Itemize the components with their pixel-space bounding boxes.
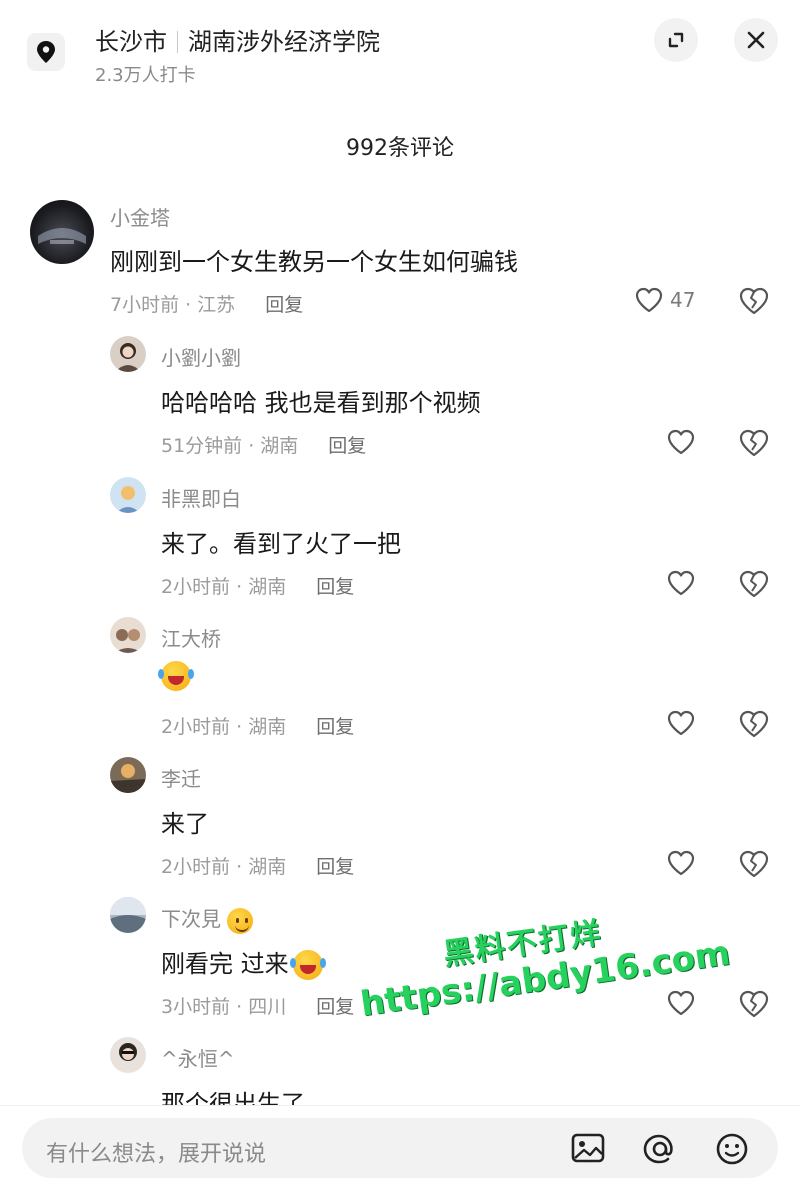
- comment-meta: 2小时前 · 湖南 回复: [161, 852, 354, 879]
- comment-author[interactable]: 下次見: [161, 903, 254, 934]
- comment-text: 那个很出生了: [161, 1090, 305, 1105]
- reply-button[interactable]: 回复: [316, 996, 354, 1018]
- dislike-button[interactable]: [738, 286, 770, 320]
- location-title[interactable]: 长沙市 湖南涉外经济学院: [95, 22, 380, 57]
- heart-icon: [635, 287, 663, 313]
- heart-icon: [667, 570, 695, 596]
- comment-text: 来了: [161, 810, 209, 838]
- reply-button[interactable]: 回复: [316, 716, 354, 738]
- like-button[interactable]: [666, 709, 696, 737]
- comment-time-location: 2小时前 · 湖南: [161, 716, 287, 738]
- location-header: 长沙市 湖南涉外经济学院 2.3万人打卡: [0, 0, 800, 110]
- comment-item: 小金塔 刚刚到一个女生教另一个女生如何骗钱 7小时前 · 江苏 回复 47: [0, 200, 800, 330]
- close-button[interactable]: [734, 18, 778, 62]
- reply-button[interactable]: 回复: [328, 435, 366, 457]
- laughing-crying-emoji-icon: [158, 661, 191, 691]
- comment-text: 刚看完 过来: [161, 944, 323, 980]
- city-name: 长沙市: [95, 28, 167, 56]
- reply-button[interactable]: 回复: [265, 294, 303, 316]
- author-name: 下次見: [161, 907, 221, 931]
- like-button[interactable]: [666, 569, 696, 597]
- avatar[interactable]: [110, 1037, 146, 1073]
- comments-count-title: 992条评论: [346, 136, 454, 161]
- comment-time-location: 2小时前 · 湖南: [161, 576, 287, 598]
- broken-heart-icon: [739, 850, 769, 878]
- emoji-icon: [716, 1133, 748, 1165]
- broken-heart-icon: [739, 710, 769, 738]
- comment-author[interactable]: 非黑即白: [161, 483, 241, 512]
- avatar[interactable]: [110, 336, 146, 372]
- comment-meta: 2小时前 · 湖南 回复: [161, 712, 354, 739]
- comment-time-location: 2小时前 · 湖南: [161, 856, 287, 878]
- heart-icon: [667, 990, 695, 1016]
- broken-heart-icon: [739, 990, 769, 1018]
- comment-time-location: 7小时前 · 江苏: [110, 294, 236, 316]
- dislike-button[interactable]: [738, 849, 770, 883]
- broken-heart-icon: [739, 429, 769, 457]
- comment-meta: 2小时前 · 湖南 回复: [161, 572, 354, 599]
- avatar[interactable]: [30, 200, 94, 264]
- expand-button[interactable]: [654, 18, 698, 62]
- comment-meta: 51分钟前 · 湖南 回复: [161, 431, 366, 458]
- comment-author[interactable]: ^永恒^: [161, 1043, 235, 1072]
- reply-item: 小劉小劉 哈哈哈哈 我也是看到那个视频 51分钟前 · 湖南 回复: [0, 336, 800, 466]
- comment-input[interactable]: 有什么想法，展开说说: [22, 1118, 778, 1178]
- comment-text: 哈哈哈哈 我也是看到那个视频: [161, 389, 481, 417]
- comment-input-bar: 有什么想法，展开说说: [0, 1105, 800, 1178]
- checkin-count: 2.3万人打卡: [95, 65, 196, 86]
- like-button[interactable]: [666, 849, 696, 877]
- reply-item: 非黑即白 来了。看到了火了一把 2小时前 · 湖南 回复: [0, 477, 800, 607]
- like-button[interactable]: [666, 428, 696, 456]
- comment-author[interactable]: 江大桥: [161, 623, 221, 652]
- dislike-button[interactable]: [738, 709, 770, 743]
- laughing-crying-emoji-icon: [289, 950, 323, 980]
- avatar[interactable]: [110, 897, 146, 933]
- dislike-button[interactable]: [738, 989, 770, 1023]
- comment-meta: 3小时前 · 四川 回复: [161, 992, 354, 1019]
- comment-author[interactable]: 李迁: [161, 763, 201, 792]
- reply-button[interactable]: 回复: [316, 576, 354, 598]
- reply-item: 李迁 来了 2小时前 · 湖南 回复: [0, 757, 800, 887]
- avatar[interactable]: [110, 617, 146, 653]
- reply-item: 江大桥 2小时前 · 湖南 回复: [0, 617, 800, 747]
- comment-author[interactable]: 小金塔: [110, 202, 170, 231]
- dislike-button[interactable]: [738, 428, 770, 462]
- expand-icon: [668, 32, 684, 48]
- close-icon: [747, 31, 765, 49]
- comment-text: [158, 661, 191, 691]
- smile-emoji-icon: [227, 907, 254, 934]
- comment-author[interactable]: 小劉小劉: [161, 342, 241, 371]
- comment-time-location: 3小时前 · 四川: [161, 996, 287, 1018]
- comment-text: 刚刚到一个女生教另一个女生如何骗钱: [110, 248, 518, 276]
- mention-button[interactable]: [642, 1132, 678, 1170]
- broken-heart-icon: [739, 570, 769, 598]
- at-icon: [643, 1134, 673, 1164]
- heart-icon: [667, 710, 695, 736]
- comment-input-placeholder: 有什么想法，展开说说: [46, 1142, 267, 1167]
- heart-icon: [667, 850, 695, 876]
- reply-button[interactable]: 回复: [316, 856, 354, 878]
- broken-heart-icon: [739, 287, 769, 315]
- comment-time-location: 51分钟前 · 湖南: [161, 435, 299, 457]
- dislike-button[interactable]: [738, 569, 770, 603]
- like-button[interactable]: 47: [634, 286, 695, 314]
- title-divider: [177, 31, 178, 53]
- heart-icon: [667, 429, 695, 455]
- like-count: 47: [670, 288, 696, 312]
- comment-text: 来了。看到了火了一把: [161, 530, 401, 558]
- image-icon: [571, 1133, 605, 1163]
- like-button[interactable]: [666, 989, 696, 1017]
- comment-text-content: 刚看完 过来: [161, 950, 289, 978]
- reply-item: ^永恒^ 那个很出生了: [0, 1037, 800, 1105]
- place-name: 湖南涉外经济学院: [188, 28, 380, 56]
- avatar[interactable]: [110, 757, 146, 793]
- location-pin-icon: [27, 33, 65, 71]
- comment-meta: 7小时前 · 江苏 回复: [110, 290, 303, 317]
- avatar[interactable]: [110, 477, 146, 513]
- emoji-button[interactable]: [714, 1132, 750, 1170]
